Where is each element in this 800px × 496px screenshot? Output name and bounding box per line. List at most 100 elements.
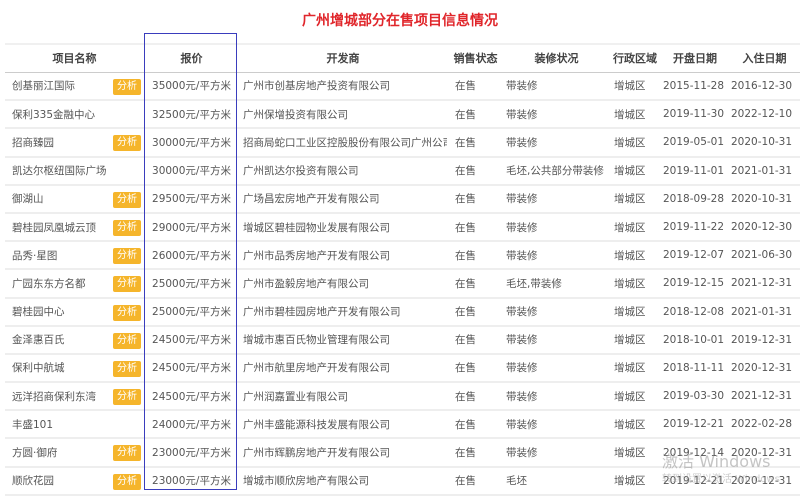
decoration-text: 带装修 <box>506 362 538 375</box>
cell-price: 35000元/平方米 <box>144 72 239 100</box>
project-name-text[interactable]: 顺欣花园 <box>12 475 54 487</box>
open-date-text: 2018-09-28 <box>663 192 725 205</box>
table-header: 项目名称 报价 开发商 销售状态 装修状况 行政区域 开盘日期 入住日期 <box>5 44 800 72</box>
developer-text: 招商局蛇口工业区控股股份有限公司广州公司 <box>243 136 447 149</box>
project-name-text[interactable]: 碧桂园中心 <box>12 306 65 318</box>
region-text: 增城区 <box>614 108 646 121</box>
project-name-text[interactable]: 方圆·御府 <box>12 447 57 459</box>
cell-movein-date: 2021-01-31 <box>729 298 800 326</box>
analyze-button[interactable]: 分析 <box>113 191 141 208</box>
cell-region: 增城区 <box>609 410 661 438</box>
project-name-text[interactable]: 创基丽江国际 <box>12 80 75 92</box>
analyze-button[interactable]: 分析 <box>113 78 141 95</box>
cell-developer: 招商局蛇口工业区控股股份有限公司广州公司 <box>239 128 447 156</box>
developer-text: 广场昌宏房地产开发有限公司 <box>243 193 380 206</box>
developer-text: 广州市航里房地产开发有限公司 <box>243 362 390 375</box>
project-name-text[interactable]: 金泽惠百氏 <box>12 334 65 346</box>
analyze-button[interactable]: 分析 <box>113 135 141 152</box>
region-text: 增城区 <box>614 193 646 206</box>
cell-price: 29500元/平方米 <box>144 185 239 213</box>
project-name-text[interactable]: 丰盛101 <box>12 419 53 431</box>
cell-region: 增城区 <box>609 100 661 128</box>
cell-project-name: 顺欣花园 分析 <box>5 467 144 495</box>
cell-region: 增城区 <box>609 298 661 326</box>
cell-project-name: 金泽惠百氏 分析 <box>5 326 144 354</box>
analyze-button[interactable]: 分析 <box>113 360 141 377</box>
cell-region: 增城区 <box>609 185 661 213</box>
region-text: 增城区 <box>614 447 646 460</box>
cell-project-name: 碧桂园中心 分析 <box>5 298 144 326</box>
cell-movein-date: 2021-01-31 <box>729 157 800 185</box>
cell-decoration: 带装修 <box>504 72 609 100</box>
cell-price: 30000元/平方米 <box>144 157 239 185</box>
sale-status-text: 在售 <box>455 418 476 431</box>
cell-decoration: 带装修 <box>504 241 609 269</box>
project-name-text[interactable]: 保利335金融中心 <box>12 109 95 121</box>
cell-region: 增城区 <box>609 157 661 185</box>
developer-text: 广州市品秀房地产开发有限公司 <box>243 249 390 262</box>
table-row: 丰盛101 24000元/平方米 广州丰盛能源科技发展有限公司 在售 带装修 增城区 201… <box>5 410 800 439</box>
price-text: 30000元/平方米 <box>152 136 231 149</box>
cell-decoration: 毛坯,公共部分带装修 <box>504 157 609 185</box>
cell-open-date: 2019-11-22 <box>661 213 729 241</box>
cell-price: 32500元/平方米 <box>144 100 239 128</box>
sale-status-text: 在售 <box>455 80 476 93</box>
developer-text: 广州凯达尔投资有限公司 <box>243 165 359 178</box>
project-name-text[interactable]: 碧桂园凤凰城云顶 <box>12 222 96 234</box>
sale-status-text: 在售 <box>455 306 476 319</box>
price-text: 25000元/平方米 <box>152 277 231 290</box>
region-text: 增城区 <box>614 277 646 290</box>
project-name-text[interactable]: 招商臻园 <box>12 137 54 149</box>
cell-developer: 增城市顺欣房地产有限公司 <box>239 467 447 495</box>
price-text: 29500元/平方米 <box>152 193 231 206</box>
cell-sale-status: 在售 <box>447 213 504 241</box>
cell-movein-date: 2020-12-31 <box>729 354 800 382</box>
analyze-button[interactable]: 分析 <box>113 219 141 236</box>
analyze-button[interactable]: 分析 <box>113 248 141 265</box>
cell-project-name: 方圆·御府 分析 <box>5 438 144 466</box>
cell-decoration: 带装修 <box>504 438 609 466</box>
project-name-text[interactable]: 保利中航城 <box>12 362 65 374</box>
project-name-text[interactable]: 品秀·星图 <box>12 250 57 262</box>
price-text: 32500元/平方米 <box>152 108 231 121</box>
cell-region: 增城区 <box>609 72 661 100</box>
project-name-text[interactable]: 凯达尔枢纽国际广场 <box>12 165 107 177</box>
price-text: 24500元/平方米 <box>152 390 231 403</box>
analyze-button[interactable]: 分析 <box>113 276 141 293</box>
cell-developer: 广州市盈毅房地产有限公司 <box>239 269 447 297</box>
cell-project-name: 保利中航城 分析 <box>5 354 144 382</box>
analyze-button[interactable]: 分析 <box>113 332 141 349</box>
decoration-text: 毛坯 <box>506 475 527 488</box>
cell-sale-status: 在售 <box>447 410 504 438</box>
table-row: 碧桂园凤凰城云顶 分析 29000元/平方米 增城区碧桂园物业发展有限公司 在售 带装修 增… <box>5 213 800 242</box>
project-name-text[interactable]: 御湖山 <box>12 193 44 205</box>
cell-movein-date: 2019-12-31 <box>729 326 800 354</box>
cell-decoration: 带装修 <box>504 382 609 410</box>
analyze-button[interactable]: 分析 <box>113 304 141 321</box>
cell-sale-status: 在售 <box>447 467 504 495</box>
price-text: 24500元/平方米 <box>152 362 231 375</box>
decoration-text: 带装修 <box>506 418 538 431</box>
developer-text: 增城区碧桂园物业发展有限公司 <box>243 221 390 234</box>
price-text: 29000元/平方米 <box>152 221 231 234</box>
project-name-text[interactable]: 远洋招商保利东湾 <box>12 391 96 403</box>
table-row: 保利335金融中心 32500元/平方米 广州保增投资有限公司 在售 带装修 增城区 201… <box>5 100 800 129</box>
cell-open-date: 2019-11-30 <box>661 100 729 128</box>
cell-developer: 增城区碧桂园物业发展有限公司 <box>239 213 447 241</box>
region-text: 增城区 <box>614 418 646 431</box>
analyze-button[interactable]: 分析 <box>113 473 141 490</box>
cell-decoration: 带装修 <box>504 100 609 128</box>
open-date-text: 2019-12-07 <box>663 249 725 262</box>
header-region: 行政区域 <box>613 52 657 66</box>
page-title: 广州增城部分在售项目信息情况 <box>302 13 498 29</box>
cell-sale-status: 在售 <box>447 298 504 326</box>
cell-price: 23000元/平方米 <box>144 438 239 466</box>
cell-movein-date: 2020-10-31 <box>729 128 800 156</box>
sale-status-text: 在售 <box>455 108 476 121</box>
cell-sale-status: 在售 <box>447 326 504 354</box>
project-name-text[interactable]: 广园东东方名都 <box>12 278 86 290</box>
cell-region: 增城区 <box>609 382 661 410</box>
table-row: 凯达尔枢纽国际广场 30000元/平方米 广州凯达尔投资有限公司 在售 毛坯,公共部分带… <box>5 157 800 185</box>
analyze-button[interactable]: 分析 <box>113 445 141 462</box>
analyze-button[interactable]: 分析 <box>113 389 141 406</box>
